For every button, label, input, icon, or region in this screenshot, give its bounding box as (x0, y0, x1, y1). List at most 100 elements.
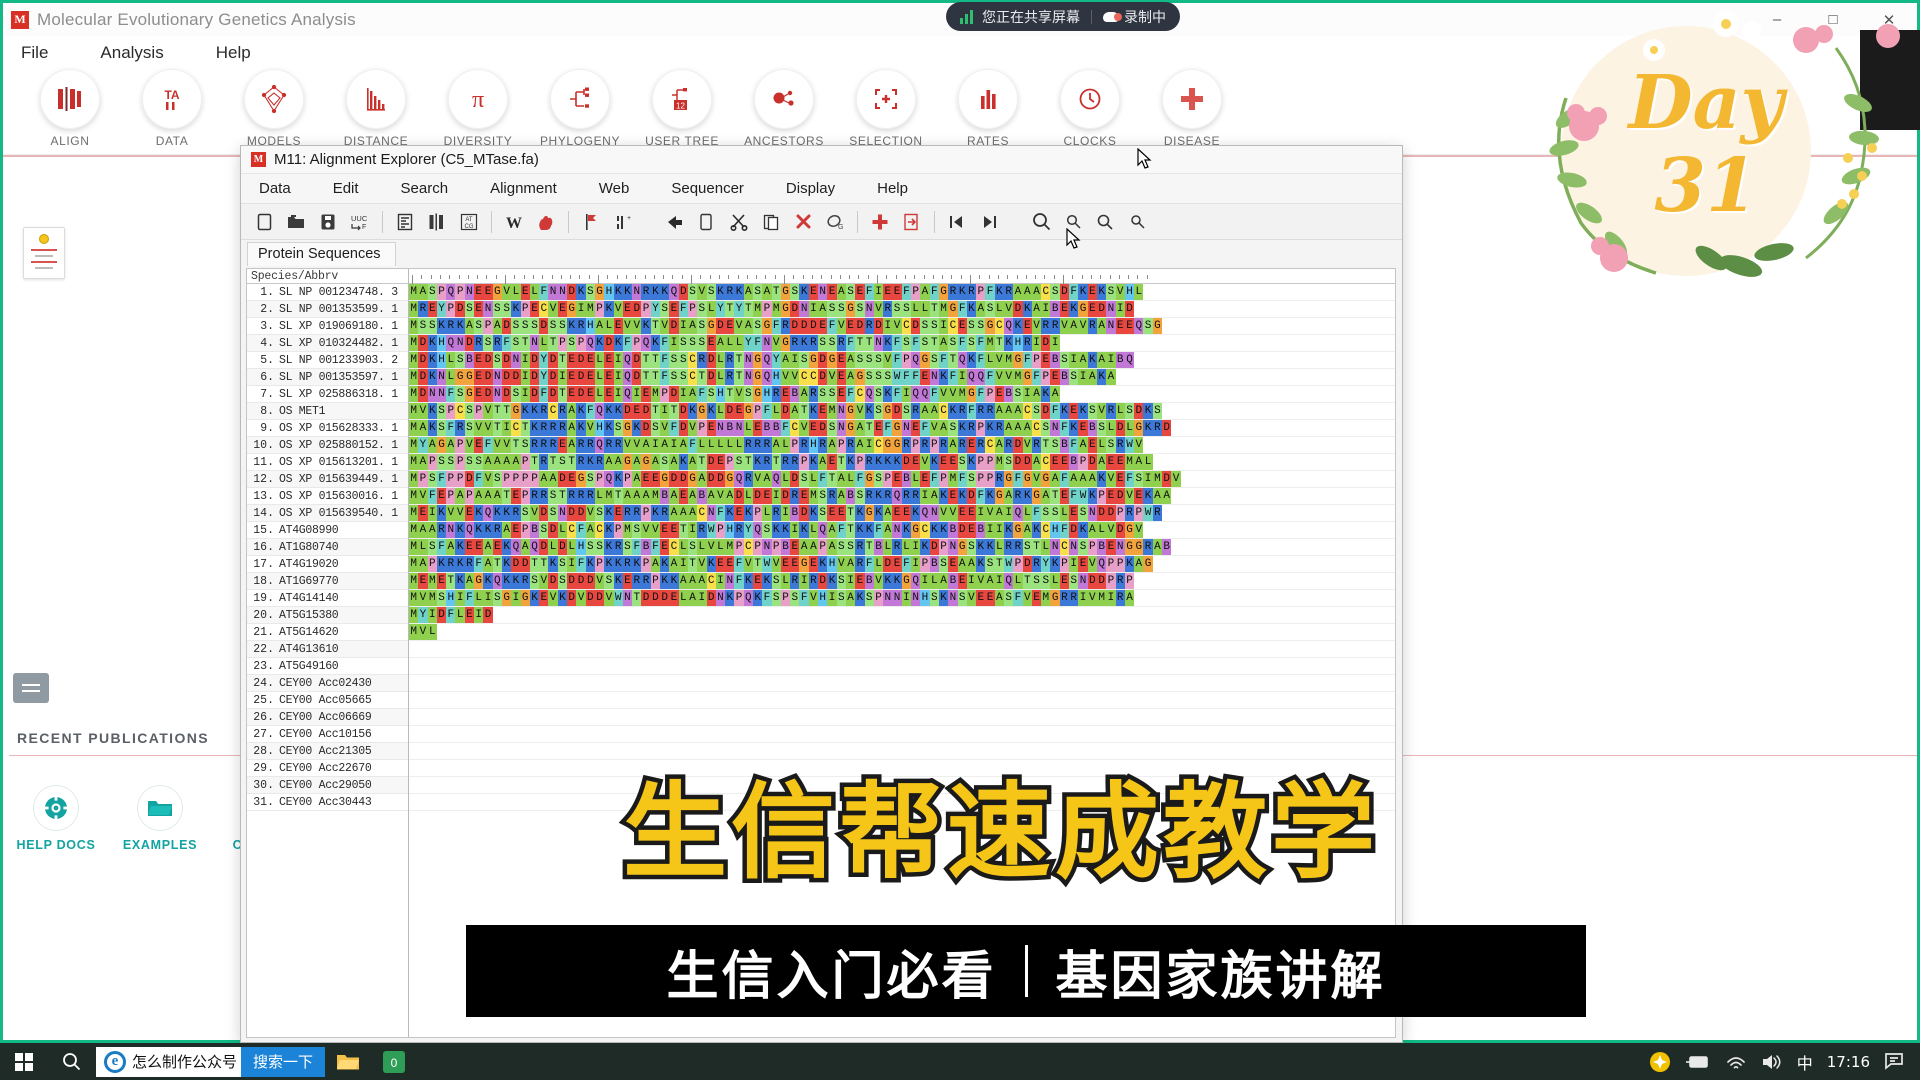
add-plus-icon[interactable] (865, 208, 895, 236)
taskbar-clock[interactable]: 17:16 (1827, 1053, 1870, 1071)
sequence-residue-column[interactable]: MASPQPNEEGVLELFNNDKSGHKKNRKKQDSVSKRKASAT… (409, 269, 1395, 1037)
table-row[interactable]: 7. SL XP 025886318. 1 (247, 386, 408, 403)
sequence-row[interactable]: MAKSFRSVVTICTKRRRAKVHKSGKDSVFDVPENBNLEBB… (409, 420, 1395, 437)
new-file-icon[interactable] (249, 208, 279, 236)
zoom-out-icon[interactable] (1122, 208, 1152, 236)
align-menu-edit[interactable]: Edit (333, 180, 359, 197)
alignment-explorer-titlebar[interactable]: M M11: Alignment Explorer (C5_MTase.fa) (241, 146, 1402, 174)
next-marker-icon[interactable] (974, 208, 1004, 236)
table-row[interactable]: 2. SL NP 001353599. 1 (247, 301, 408, 318)
toolbar-item-align[interactable]: ALIGN (19, 69, 121, 148)
sequence-row[interactable]: MVFEPAPAAATEPRRSTRRRLMTAAAMBAEABAVADLDEI… (409, 488, 1395, 505)
search-icon[interactable] (48, 1043, 94, 1080)
toolbar-item-data[interactable]: TA DATA (121, 69, 223, 148)
sequence-row[interactable]: MDKHLSBEDSDNIDYDTEDELEIQDTTFSSCRDLRTNGQY… (409, 352, 1395, 369)
atcg-toggle-icon[interactable]: AT CG (454, 208, 484, 236)
table-row[interactable]: 8. OS MET1 (247, 403, 408, 420)
table-row[interactable]: 14. OS XP 015639540. 1 (247, 505, 408, 522)
toolbar-item-clocks[interactable]: CLOCKS (1039, 69, 1141, 148)
table-row[interactable]: 20. AT5G15380 (247, 607, 408, 624)
prev-marker-icon[interactable] (942, 208, 972, 236)
w-clustalw-icon[interactable]: W (499, 208, 529, 236)
sequence-row[interactable]: MDNNFSGEDNDSIDFDTEDELEIQIEMPDIAFSHTVSGHR… (409, 386, 1395, 403)
sequence-row[interactable]: MDKHQNDRSRFSTNLTPSPQKDKFPQKFISSSEALLYFNV… (409, 335, 1395, 352)
table-row[interactable]: 10. OS XP 025880152. 1 (247, 437, 408, 454)
table-row[interactable]: 30. CEY00 Acc29050 (247, 777, 408, 794)
sequence-row[interactable]: MVMSHIFLISGIGKEVKDVDDVWNTDDDELAIDNKPQKFS… (409, 590, 1395, 607)
save-icon[interactable] (313, 208, 343, 236)
sequence-row[interactable]: MYAGAPVEFVVTSRRREARRQRRVVAIAIAFLLLLLRRRA… (409, 437, 1395, 454)
toolbar-item-models[interactable]: MODELS (223, 69, 325, 148)
menu-file[interactable]: File (21, 43, 48, 63)
paste-icon[interactable] (756, 208, 786, 236)
sequence-row[interactable] (409, 692, 1395, 709)
table-row[interactable]: 24. CEY00 Acc02430 (247, 675, 408, 692)
sequence-row[interactable]: MAPSSPSSAAAAPTRTSTRKRAAGAGASAKATDEPSTKRT… (409, 454, 1395, 471)
sequence-row[interactable]: MVL (409, 624, 1395, 641)
align-columns-icon[interactable] (422, 208, 452, 236)
table-row[interactable]: 17. AT4G19020 (247, 556, 408, 573)
table-row[interactable]: 12. OS XP 015639449. 1 (247, 471, 408, 488)
align-menu-search[interactable]: Search (401, 180, 449, 197)
table-row[interactable]: 23. AT5G49160 (247, 658, 408, 675)
minimize-button[interactable]: – (1749, 3, 1805, 36)
delete-x-icon[interactable] (788, 208, 818, 236)
sequence-row[interactable] (409, 726, 1395, 743)
align-menu-alignment[interactable]: Alignment (490, 180, 557, 197)
sequence-row[interactable]: MEIKVVEKQKKRSVDSNDDVSKERRPKRAAACNFKEKPLR… (409, 505, 1395, 522)
toolbar-item-distance[interactable]: DISTANCE (325, 69, 427, 148)
menu-help[interactable]: Help (216, 43, 251, 63)
toolbar-item-selection[interactable]: SELECTION (835, 69, 937, 148)
table-row[interactable]: 11. OS XP 015613201. 1 (247, 454, 408, 471)
sequence-row[interactable]: MREYPDSENSSKPECVEGIMPKVEDPYSEFPSLYTYTMPM… (409, 301, 1395, 318)
zoom-in-icon[interactable] (1026, 208, 1056, 236)
notebook-icon[interactable] (23, 227, 65, 279)
zoom-medium-icon[interactable] (1090, 208, 1120, 236)
export-icon[interactable] (897, 208, 927, 236)
sequence-row[interactable]: MVKSPCSPVTTGKKRCRAKFQKKDEDTITDKGKLDEGPFL… (409, 403, 1395, 420)
table-row[interactable]: 18. AT1G69770 (247, 573, 408, 590)
table-row[interactable]: 22. AT4G13610 (247, 641, 408, 658)
copy-icon[interactable] (692, 208, 722, 236)
wifi-icon[interactable] (1725, 1053, 1747, 1070)
table-row[interactable]: 26. CEY00 Acc06669 (247, 709, 408, 726)
sequence-row[interactable]: MLSFAKEEAEKQAQDLDLHSSKRSFBFECLSLVLMPCPNP… (409, 539, 1395, 556)
align-menu-data[interactable]: Data (259, 180, 291, 197)
table-row[interactable]: 5. SL NP 001233903. 2 (247, 352, 408, 369)
table-row[interactable]: 16. AT1G80740 (247, 539, 408, 556)
help-docs-button[interactable]: HELP DOCS (13, 785, 99, 852)
translate-uuc-icon[interactable]: UUC F (345, 208, 375, 236)
align-menu-help[interactable]: Help (877, 180, 908, 197)
sequence-row[interactable]: MDKNLGGEDNDDIDYDIEDELEIQDTTFSSCTDLRTNGQH… (409, 369, 1395, 386)
ime-indicator[interactable]: 中 (1797, 1050, 1813, 1074)
open-folder-icon[interactable] (281, 208, 311, 236)
sequence-row[interactable]: MEMETKAGKQKKRSVDSDDDVSKERRPKKAAACINFKEKS… (409, 573, 1395, 590)
explorer-icon[interactable] (325, 1043, 371, 1080)
sequence-row[interactable] (409, 675, 1395, 692)
notification-icon[interactable] (1884, 1052, 1906, 1072)
volume-icon[interactable] (1761, 1053, 1783, 1071)
table-row[interactable]: 4. SL XP 010324482. 1 (247, 335, 408, 352)
table-row[interactable]: 15. AT4G08990 (247, 522, 408, 539)
sequence-row[interactable] (409, 641, 1395, 658)
table-row[interactable]: 31. CEY00 Acc30443 (247, 794, 408, 811)
undo-arrow-icon[interactable] (660, 208, 690, 236)
table-row[interactable]: 3. SL XP 019069180. 1 (247, 318, 408, 335)
sequence-row[interactable] (409, 658, 1395, 675)
sequence-row[interactable] (409, 709, 1395, 726)
insert-site-icon[interactable]: + (608, 208, 638, 236)
sequence-row[interactable] (409, 743, 1395, 760)
cut-scissors-icon[interactable] (724, 208, 754, 236)
sequence-row[interactable]: MAPKRKRFATKDDTTKSIFKPKKRKPAKAITVKEEFVTWV… (409, 556, 1395, 573)
toolbar-item-phylogeny[interactable]: PHYLOGENY (529, 69, 631, 148)
flag-marker-icon[interactable] (576, 208, 606, 236)
toolbar-item-diversity[interactable]: π DIVERSITY (427, 69, 529, 148)
muscle-hand-icon[interactable] (531, 208, 561, 236)
taskbar-search-button[interactable]: 搜索一下 (241, 1046, 326, 1077)
table-row[interactable]: 19. AT4G14140 (247, 590, 408, 607)
maximize-button[interactable]: □ (1805, 3, 1861, 36)
windows-start-icon[interactable] (0, 1043, 48, 1080)
table-row[interactable]: 1. SL NP 001234748. 3 (247, 284, 408, 301)
toolbar-item-rates[interactable]: RATES (937, 69, 1039, 148)
menu-analysis[interactable]: Analysis (100, 43, 163, 63)
